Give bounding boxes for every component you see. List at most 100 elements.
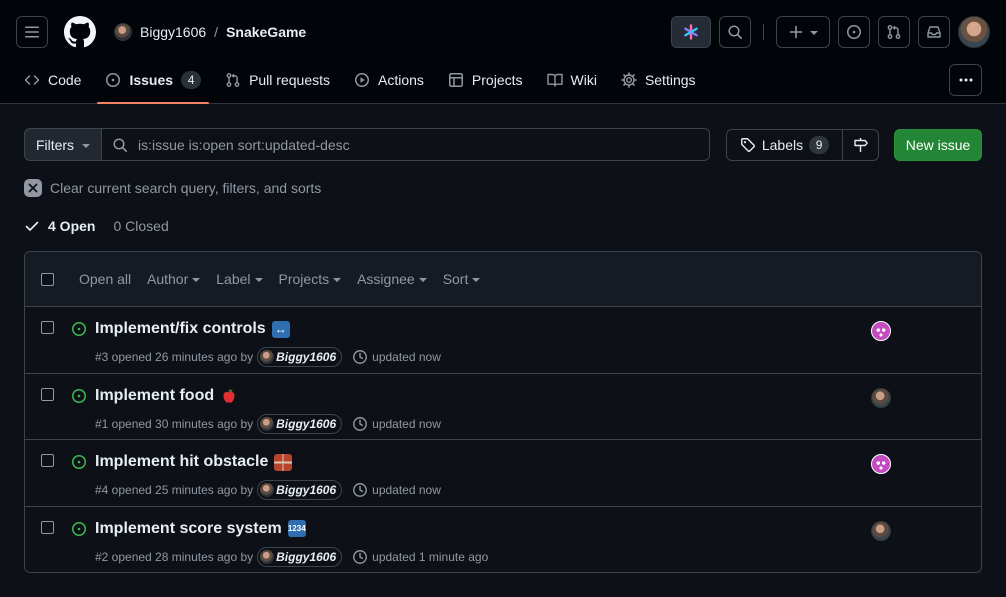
tab-settings[interactable]: Settings — [613, 64, 704, 96]
issue-search-field[interactable] — [101, 128, 710, 161]
search-icon — [728, 25, 742, 39]
tab-label: Pull requests — [249, 72, 330, 88]
open-all-button[interactable]: Open all — [79, 271, 131, 287]
user-avatar[interactable] — [958, 16, 990, 48]
copilot-button[interactable] — [671, 16, 711, 48]
author-name: Biggy1606 — [276, 483, 337, 497]
hamburger-menu-button[interactable] — [16, 16, 48, 48]
issue-meta: #1 opened 30 minutes ago by Biggy1606 up… — [95, 413, 441, 434]
milestone-icon — [853, 138, 868, 152]
tab-label: Code — [48, 72, 82, 88]
tab-issues[interactable]: Issues 4 — [97, 64, 209, 104]
clear-x-icon — [24, 179, 42, 197]
issue-updated-text: updated 1 minute ago — [372, 549, 489, 564]
hamburger-icon — [25, 26, 39, 38]
new-issue-button[interactable]: New issue — [894, 129, 982, 161]
author-link[interactable]: Biggy1606 — [257, 413, 343, 434]
filters-dropdown-button[interactable]: Filters — [24, 128, 102, 161]
label-filter-label: Label — [216, 271, 251, 287]
chevron-down-icon — [810, 31, 818, 35]
issue-opened-icon — [106, 73, 121, 87]
issue-opened-text: #1 opened 30 minutes ago by — [95, 416, 254, 431]
label-filter[interactable]: Label — [216, 271, 263, 287]
breadcrumb-repo-link[interactable]: SnakeGame — [226, 24, 306, 40]
labels-button[interactable]: Labels 9 — [726, 129, 843, 161]
milestones-button[interactable] — [842, 129, 879, 161]
your-issues-button[interactable] — [838, 16, 870, 48]
issue-search-input[interactable] — [138, 136, 698, 153]
search-icon — [113, 137, 127, 152]
issue-title-text: Implement/fix controls — [95, 320, 266, 337]
clock-icon — [353, 483, 368, 497]
check-icon — [25, 221, 39, 231]
issues-counter: 4 — [181, 71, 202, 89]
chevron-down-icon — [472, 278, 481, 282]
chevron-down-icon — [192, 278, 201, 282]
assignee-avatar[interactable] — [871, 520, 891, 541]
issue-title-link[interactable]: Implement/fix controls ↔ — [95, 320, 290, 338]
issue-checkbox[interactable] — [41, 454, 54, 467]
issue-checkbox[interactable] — [41, 387, 54, 401]
kebab-horizontal-icon — [959, 78, 972, 82]
issue-checkbox[interactable] — [41, 520, 54, 534]
play-icon — [355, 73, 369, 87]
issue-opened-text: #4 opened 25 minutes ago by — [95, 483, 254, 497]
inbox-icon — [927, 26, 941, 38]
git-pull-request-icon — [226, 73, 240, 87]
clock-icon — [353, 416, 368, 431]
tab-wiki[interactable]: Wiki — [539, 64, 605, 96]
author-link[interactable]: Biggy1606 — [257, 347, 343, 367]
table-icon — [448, 73, 463, 87]
author-link[interactable]: Biggy1606 — [257, 480, 343, 500]
issue-state-toggle: 4 Open 0 Closed — [24, 217, 169, 235]
breadcrumb: Biggy1606 / SnakeGame — [114, 22, 306, 42]
assignee-avatar[interactable] — [871, 454, 891, 474]
code-icon — [24, 75, 40, 85]
tab-code[interactable]: Code — [16, 64, 89, 96]
owner-avatar[interactable] — [114, 23, 132, 41]
chevron-down-icon — [82, 143, 91, 148]
issue-row: Implement food #1 opened 30 minutes ago … — [25, 374, 981, 440]
assignee-avatar[interactable] — [871, 387, 891, 408]
sort-filter[interactable]: Sort — [443, 271, 481, 287]
tab-pull-requests[interactable]: Pull requests — [217, 64, 338, 96]
issue-updated-text: updated now — [372, 416, 441, 431]
assignee-filter[interactable]: Assignee — [357, 271, 427, 287]
more-options-button[interactable] — [949, 64, 982, 96]
tab-actions[interactable]: Actions — [346, 64, 432, 96]
author-avatar — [260, 549, 275, 564]
book-icon — [546, 73, 563, 87]
issue-meta: #2 opened 28 minutes ago by Biggy1606 up… — [95, 546, 489, 567]
issue-updated-text: updated now — [372, 483, 441, 497]
app-header: Biggy1606 / SnakeGame Code Issues 4 Pull… — [0, 0, 1006, 104]
tab-label: Wiki — [570, 72, 597, 88]
create-new-button[interactable] — [776, 16, 830, 48]
github-mark-icon[interactable] — [64, 16, 96, 48]
your-pull-requests-button[interactable] — [878, 16, 910, 48]
inbox-button[interactable] — [918, 16, 950, 48]
issue-opened-icon — [72, 455, 86, 469]
issue-title-link[interactable]: Implement score system 1234 — [95, 520, 306, 538]
issue-row: Implement/fix controls ↔ #3 opened 26 mi… — [25, 307, 981, 374]
author-filter[interactable]: Author — [147, 271, 201, 287]
author-avatar — [260, 350, 275, 364]
clear-filters-link[interactable]: Clear current search query, filters, and… — [24, 179, 321, 197]
assignee-avatar[interactable] — [871, 321, 891, 341]
breadcrumb-owner-link[interactable]: Biggy1606 — [140, 24, 206, 40]
closed-issues-link[interactable]: 0 Closed — [113, 218, 168, 234]
tab-projects[interactable]: Projects — [440, 64, 531, 96]
issue-title-text: Implement food — [95, 386, 215, 404]
global-search-button[interactable] — [719, 16, 751, 48]
issue-title-link[interactable]: Implement food — [95, 387, 238, 405]
issue-title-link[interactable]: Implement hit obstacle — [95, 453, 293, 471]
issue-opened-icon — [847, 25, 861, 39]
git-pull-request-icon — [887, 25, 901, 39]
open-issues-link[interactable]: 4 Open — [48, 218, 95, 234]
issue-list-header: Open all Author Label Projects Assignee … — [25, 252, 981, 307]
author-avatar — [260, 483, 275, 497]
issue-checkbox[interactable] — [41, 321, 54, 334]
tab-label: Settings — [644, 72, 696, 88]
projects-filter[interactable]: Projects — [279, 271, 342, 287]
select-all-checkbox[interactable] — [41, 273, 54, 286]
author-link[interactable]: Biggy1606 — [257, 546, 343, 567]
